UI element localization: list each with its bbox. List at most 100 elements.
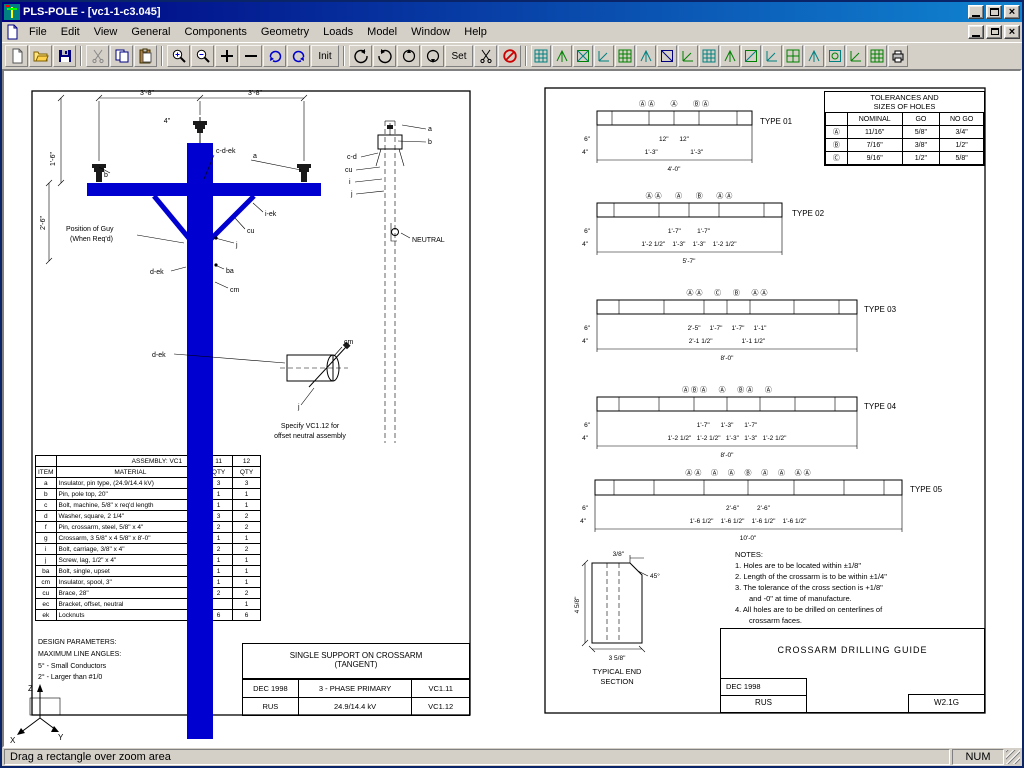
- axis-y-label: Y: [58, 733, 64, 742]
- insulator-right: [297, 164, 311, 182]
- zoom-previous-button[interactable]: [287, 45, 310, 67]
- rotate-top-icon: [401, 48, 417, 64]
- menu-help[interactable]: Help: [457, 23, 494, 41]
- arm-end: [378, 135, 402, 149]
- sheet2-block-left: DEC 1998 RUS: [721, 678, 807, 712]
- screw-head: [343, 341, 351, 349]
- zoom-in-button[interactable]: [167, 45, 190, 67]
- zoom-window-button[interactable]: [215, 45, 238, 67]
- total-dim-line: [597, 125, 752, 163]
- view-toggle-6[interactable]: [636, 45, 656, 67]
- menu-model[interactable]: Model: [360, 23, 404, 41]
- view-toggle-7[interactable]: [657, 45, 677, 67]
- menu-file[interactable]: File: [22, 23, 54, 41]
- drawing-canvas[interactable]: ASSEMBLY: VC1 11 12 ITEM MATERIAL QTY QT…: [2, 69, 1022, 748]
- resize-grip[interactable]: [1006, 750, 1020, 764]
- drawing-subtitle: (TANGENT): [243, 660, 469, 669]
- block-desc1: 3 - PHASE PRIMARY: [298, 680, 412, 698]
- spool-insulator: [392, 229, 399, 236]
- copy-icon: [114, 48, 130, 64]
- type-label: TYPE 03: [864, 305, 897, 314]
- tolerance-title2: SIZES OF HOLES: [825, 102, 984, 112]
- view-toggle-15[interactable]: [825, 45, 845, 67]
- total-dim-line: [597, 411, 857, 449]
- table-row: cBolt, machine, 5/8" x req'd length11: [36, 500, 261, 511]
- hole-ticks: [619, 397, 835, 411]
- view-toggle-14[interactable]: [804, 45, 824, 67]
- minimize-icon: [972, 15, 980, 17]
- child-restore-button[interactable]: [986, 25, 1002, 39]
- detail-note: offset neutral assembly: [274, 433, 346, 440]
- material-header: MATERIAL: [56, 467, 205, 478]
- app-window: PLS-POLE - [vc1-1-c3.045] × File Edit Vi…: [0, 0, 1024, 768]
- qty-header: QTY: [233, 467, 261, 478]
- minimize-button[interactable]: [968, 5, 984, 19]
- child-close-button[interactable]: ×: [1004, 25, 1020, 39]
- paste-button[interactable]: [134, 45, 157, 67]
- menu-view[interactable]: View: [87, 23, 125, 41]
- view-toggle-12[interactable]: [762, 45, 782, 67]
- rotate-right-button[interactable]: [373, 45, 396, 67]
- status-message: Drag a rectangle over zoom area: [4, 749, 950, 765]
- block-date: DEC 1998: [243, 680, 299, 698]
- type-label: TYPE 05: [910, 485, 943, 494]
- grid-view-icon: [534, 49, 548, 63]
- set-button[interactable]: Set: [445, 45, 473, 67]
- design-line: DESIGN PARAMETERS:: [38, 637, 121, 649]
- view-toggle-5[interactable]: [615, 45, 635, 67]
- drill-type-03: Ⓐ Ⓐ Ⓒ Ⓑ Ⓐ Ⓐ 2'-5" 1'-7" 1'-7" 1'-1" 2'-1…: [582, 289, 897, 362]
- leader-lines: [355, 125, 426, 238]
- zoom-line-button[interactable]: [239, 45, 262, 67]
- menu-window[interactable]: Window: [404, 23, 457, 41]
- view-toggle-8[interactable]: [678, 45, 698, 67]
- copy-button[interactable]: [110, 45, 133, 67]
- table-row: jScrew, lag, 1/2" x 4"11: [36, 555, 261, 566]
- cut-icon: [90, 48, 106, 64]
- clear-view-button[interactable]: [498, 45, 521, 67]
- menu-components[interactable]: Components: [178, 23, 254, 41]
- part-label: j: [350, 191, 353, 198]
- menu-general[interactable]: General: [124, 23, 177, 41]
- view-toggle-3[interactable]: [573, 45, 593, 67]
- view-toggle-4[interactable]: [594, 45, 614, 67]
- view-toggle-17[interactable]: [867, 45, 887, 67]
- block-num1: VC1.11: [412, 680, 470, 698]
- new-button[interactable]: [5, 45, 28, 67]
- rotate-left-icon: [353, 48, 369, 64]
- crossarm-detail: d-ek cm j Specify VC1.12 for offset neut…: [152, 339, 354, 440]
- view-toggle-2[interactable]: [552, 45, 572, 67]
- menu-loads[interactable]: Loads: [316, 23, 360, 41]
- section-cut-button[interactable]: [474, 45, 497, 67]
- view-toggle-10[interactable]: [720, 45, 740, 67]
- grid-view-icon: [702, 49, 716, 63]
- zoom-out-button[interactable]: [191, 45, 214, 67]
- view-toggle-11[interactable]: [741, 45, 761, 67]
- rotate-bottom-button[interactable]: [421, 45, 444, 67]
- frame-view-icon: [828, 49, 842, 63]
- crossarm-bar: [597, 300, 857, 314]
- block-desc2: 24.9/14.4 kV: [298, 698, 412, 716]
- view-toggle-18[interactable]: [888, 45, 908, 67]
- rotate-top-button[interactable]: [397, 45, 420, 67]
- maximize-button[interactable]: [986, 5, 1002, 19]
- cut-button[interactable]: [86, 45, 109, 67]
- part-label: ba: [226, 268, 234, 275]
- total-dim: 8'-0": [721, 355, 735, 362]
- save-button[interactable]: [53, 45, 76, 67]
- close-button[interactable]: ×: [1004, 5, 1020, 19]
- orbit-button[interactable]: [263, 45, 286, 67]
- view-toggle-16[interactable]: [846, 45, 866, 67]
- rotate-left-button[interactable]: [349, 45, 372, 67]
- note-line: 2. Length of the crossarm is to be withi…: [735, 571, 987, 582]
- end-section: 3/8" 45° 4 5/8" 3 5/8" TYPICAL END SECTI…: [574, 551, 660, 686]
- child-minimize-button[interactable]: [968, 25, 984, 39]
- view-toggle-1[interactable]: [531, 45, 551, 67]
- view-toggle-13[interactable]: [783, 45, 803, 67]
- menu-edit[interactable]: Edit: [54, 23, 87, 41]
- view-toggle-9[interactable]: [699, 45, 719, 67]
- init-button[interactable]: Init: [311, 45, 339, 67]
- menu-geometry[interactable]: Geometry: [254, 23, 316, 41]
- open-button[interactable]: [29, 45, 52, 67]
- new-file-icon: [9, 48, 25, 64]
- pole-view-icon: [723, 49, 737, 63]
